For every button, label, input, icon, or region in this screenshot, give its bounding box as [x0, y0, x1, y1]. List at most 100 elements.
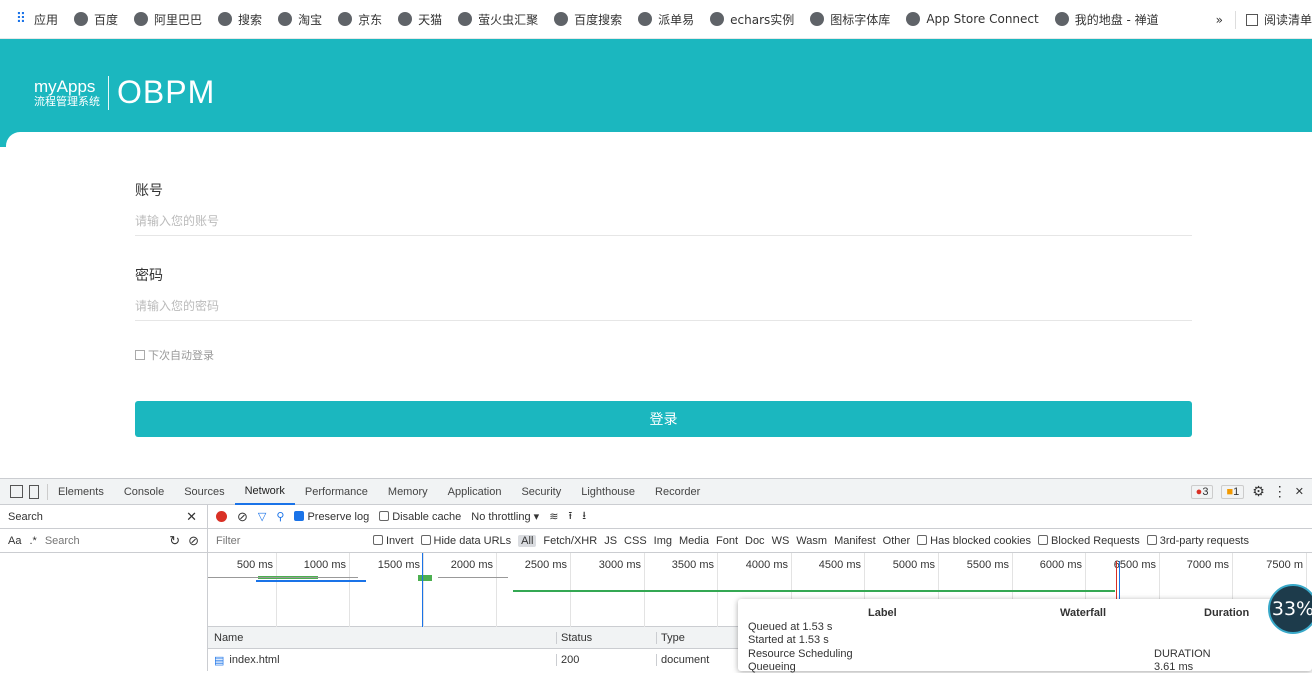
preserve-log-toggle[interactable]: Preserve log	[294, 510, 369, 523]
disable-cache-toggle[interactable]: Disable cache	[379, 510, 461, 523]
filter-type-ws[interactable]: WS	[772, 535, 790, 547]
tooltip-scheduling: Resource Scheduling	[748, 648, 853, 660]
progress-badge[interactable]: 33%	[1268, 584, 1312, 634]
filter-type-other[interactable]: Other	[883, 535, 911, 547]
password-input[interactable]	[135, 291, 1192, 321]
gear-icon[interactable]: ⚙	[1252, 483, 1265, 500]
third-party-checkbox[interactable]	[1146, 534, 1157, 545]
third-party-toggle[interactable]: 3rd-party requests	[1146, 534, 1249, 547]
filter-type-font[interactable]: Font	[716, 535, 738, 547]
bookmark-item[interactable]: 我的地盘 - 禅道	[1054, 11, 1159, 28]
remember-login[interactable]: 下次自动登录	[135, 347, 214, 363]
preserve-log-checkbox[interactable]	[294, 510, 305, 521]
blocked-requests-toggle[interactable]: Blocked Requests	[1038, 534, 1140, 547]
filter-type-js[interactable]: JS	[604, 535, 617, 547]
search-icon[interactable]: ⚲	[276, 510, 284, 523]
import-icon[interactable]: ⭱	[568, 507, 572, 526]
tab-security[interactable]: Security	[511, 479, 571, 505]
column-type[interactable]: Type	[656, 631, 738, 644]
tab-memory[interactable]: Memory	[378, 479, 438, 505]
hide-data-urls-checkbox[interactable]	[420, 534, 431, 545]
bookmark-item[interactable]: echars实例	[710, 11, 794, 28]
tooltip-duration-label: DURATION	[1154, 648, 1211, 660]
refresh-icon[interactable]: ↻	[169, 533, 180, 549]
disable-cache-checkbox[interactable]	[379, 510, 390, 521]
bookmark-item[interactable]: App Store Connect	[906, 12, 1039, 26]
more-bookmarks-button[interactable]: »	[1216, 13, 1223, 27]
timeline-tick-label: 6000 ms	[1039, 559, 1082, 571]
filter-type-css[interactable]: CSS	[624, 535, 647, 547]
regex-button[interactable]: .*	[29, 535, 36, 547]
invert-checkbox[interactable]	[373, 534, 383, 545]
device-toolbar-icon[interactable]	[29, 484, 39, 499]
column-status[interactable]: Status	[556, 631, 656, 644]
network-filter-bar: Invert Hide data URLs All Fetch/XHR JS CSS I…	[208, 529, 1312, 553]
blocked-cookies-checkbox[interactable]	[917, 534, 928, 545]
record-icon[interactable]	[216, 511, 227, 522]
tab-lighthouse[interactable]: Lighthouse	[571, 479, 645, 505]
bookmark-item[interactable]: ⠿ 应用	[14, 11, 58, 28]
globe-icon	[638, 12, 653, 26]
export-icon[interactable]: ⭳	[582, 507, 586, 526]
globe-icon	[338, 12, 353, 26]
filter-type-fetch-xhr[interactable]: Fetch/XHR	[543, 535, 597, 547]
filter-icon[interactable]: ▽	[258, 510, 266, 523]
hide-data-urls-toggle[interactable]: Hide data URLs	[420, 534, 511, 547]
wifi-icon[interactable]: ≋	[549, 510, 558, 523]
filter-type-img[interactable]: Img	[654, 535, 672, 547]
filter-type-media[interactable]: Media	[679, 535, 709, 547]
filter-type-all[interactable]: All	[518, 534, 537, 547]
bookmark-item[interactable]: 天猫	[398, 11, 442, 28]
tab-application[interactable]: Application	[438, 479, 512, 505]
tooltip-duration-value: 3.61 ms	[1154, 661, 1194, 673]
close-devtools-icon[interactable]: ✕	[1295, 485, 1304, 498]
blocked-cookies-toggle[interactable]: Has blocked cookies	[917, 534, 1031, 547]
filter-type-wasm[interactable]: Wasm	[796, 535, 827, 547]
error-count[interactable]: ●3	[1190, 484, 1214, 499]
app-logo: myApps 流程管理系统 OBPM	[34, 74, 215, 111]
tab-performance[interactable]: Performance	[295, 479, 378, 505]
bookmark-item[interactable]: 图标字体库	[810, 11, 890, 28]
search-input[interactable]	[44, 534, 135, 547]
tab-recorder[interactable]: Recorder	[645, 479, 710, 505]
bookmark-item[interactable]: 阿里巴巴	[134, 11, 202, 28]
timeline-tick-label: 3500 ms	[671, 559, 714, 571]
table-row[interactable]: ▤ index.html 200 document	[208, 649, 738, 671]
throttling-select[interactable]: No throttling ▾	[471, 510, 539, 523]
bookmark-item[interactable]: 京东	[338, 11, 382, 28]
account-input[interactable]	[135, 206, 1192, 236]
tab-elements[interactable]: Elements	[48, 479, 114, 505]
bookmark-item[interactable]: 萤火虫汇聚	[458, 11, 538, 28]
filter-input[interactable]	[216, 534, 366, 547]
remember-checkbox[interactable]	[135, 350, 145, 360]
iconfont-icon	[810, 12, 825, 26]
invert-toggle[interactable]: Invert	[373, 534, 414, 547]
column-name[interactable]: Name	[208, 632, 556, 644]
clear-icon[interactable]: ⊘	[188, 533, 199, 549]
bookmark-item[interactable]: 百度搜索	[554, 11, 622, 28]
bookmark-item[interactable]: 派单易	[638, 11, 694, 28]
filter-type-doc[interactable]: Doc	[745, 535, 765, 547]
clear-log-icon[interactable]: ⊘	[237, 509, 248, 525]
tab-sources[interactable]: Sources	[174, 479, 234, 505]
bookmark-label: 萤火虫汇聚	[478, 12, 539, 27]
match-case-button[interactable]: Aa	[8, 535, 21, 547]
blocked-requests-checkbox[interactable]	[1038, 534, 1049, 545]
reading-list-icon[interactable]	[1245, 13, 1258, 26]
devtools-tabbar: Elements Console Sources Network Performance…	[0, 479, 1312, 505]
inspect-icon[interactable]	[10, 485, 23, 498]
reading-list-label[interactable]: 阅读清单	[1264, 11, 1312, 28]
close-search-icon[interactable]: ✕	[186, 509, 197, 525]
timeline-tick-label: 3000 ms	[598, 559, 641, 571]
waterfall-bar	[208, 577, 358, 578]
bookmark-item[interactable]: 百度	[74, 11, 118, 28]
filter-type-manifest[interactable]: Manifest	[834, 535, 876, 547]
more-options-icon[interactable]: ⋮	[1273, 483, 1287, 500]
bookmark-item[interactable]: 淘宝	[278, 11, 322, 28]
tab-network[interactable]: Network	[234, 479, 295, 505]
timeline-tick-label: 2500 ms	[524, 559, 567, 571]
login-button[interactable]: 登录	[135, 401, 1192, 437]
bookmark-item[interactable]: 搜索	[218, 11, 262, 28]
tab-console[interactable]: Console	[114, 479, 174, 505]
warning-count[interactable]: ■1	[1221, 484, 1245, 499]
